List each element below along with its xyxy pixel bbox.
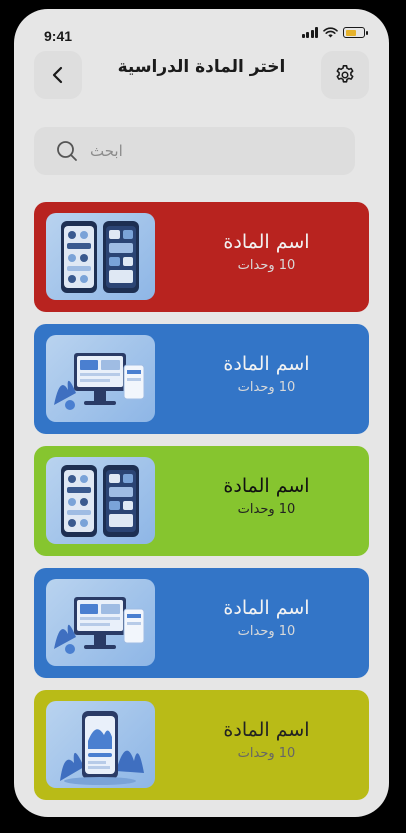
subject-units: 10 وحدات [237, 502, 296, 517]
subject-card-text: اسم المادة 10 وحدات [164, 718, 369, 764]
subject-units: 10 وحدات [237, 746, 296, 761]
subject-card-text: اسم المادة 10 وحدات [164, 474, 369, 520]
phones-app-illustration [46, 457, 155, 544]
back-button[interactable] [34, 51, 82, 99]
subject-card-text: اسم المادة 10 وحدات [164, 230, 369, 276]
subject-card[interactable]: اسم المادة 10 وحدات [34, 446, 369, 556]
subject-card[interactable]: اسم المادة 10 وحدات [34, 690, 369, 800]
chevron-left-icon [52, 66, 63, 84]
wifi-icon [323, 27, 338, 38]
subject-units: 10 وحدات [237, 380, 296, 395]
subject-card-text: اسم المادة 10 وحدات [164, 352, 369, 398]
subject-name: اسم المادة [223, 719, 310, 741]
desktop-dashboard-illustration [46, 335, 155, 422]
status-time: 9:41 [44, 28, 73, 44]
subject-name: اسم المادة [223, 353, 310, 375]
subject-name: اسم المادة [223, 231, 310, 253]
gear-icon [336, 65, 354, 83]
mobile-plants-illustration [46, 701, 155, 788]
battery-icon [343, 27, 368, 38]
desktop-dashboard-illustration [46, 579, 155, 666]
subject-card-text: اسم المادة 10 وحدات [164, 596, 369, 642]
search-icon [57, 141, 77, 161]
status-icons [301, 27, 368, 38]
phones-app-illustration [46, 213, 155, 300]
search-input[interactable] [90, 127, 339, 175]
signal-icon [301, 27, 318, 38]
subject-card[interactable]: اسم المادة 10 وحدات [34, 568, 369, 678]
subject-card[interactable]: اسم المادة 10 وحدات [34, 202, 369, 312]
subject-name: اسم المادة [223, 597, 310, 619]
subject-card[interactable]: اسم المادة 10 وحدات [34, 324, 369, 434]
page-title: اختر المادة الدراسية [117, 57, 286, 77]
search-box [34, 127, 355, 175]
subject-list: اسم المادة 10 وحدات اسم المادة 10 وحدات … [34, 202, 369, 812]
subject-units: 10 وحدات [237, 258, 296, 273]
subject-name: اسم المادة [223, 475, 310, 497]
subject-units: 10 وحدات [237, 624, 296, 639]
status-bar: 9:41 [14, 9, 389, 57]
settings-button[interactable] [321, 51, 369, 99]
phone-screen: 9:41 اختر المادة الدراسية ابحث اسم الماد… [14, 9, 389, 817]
